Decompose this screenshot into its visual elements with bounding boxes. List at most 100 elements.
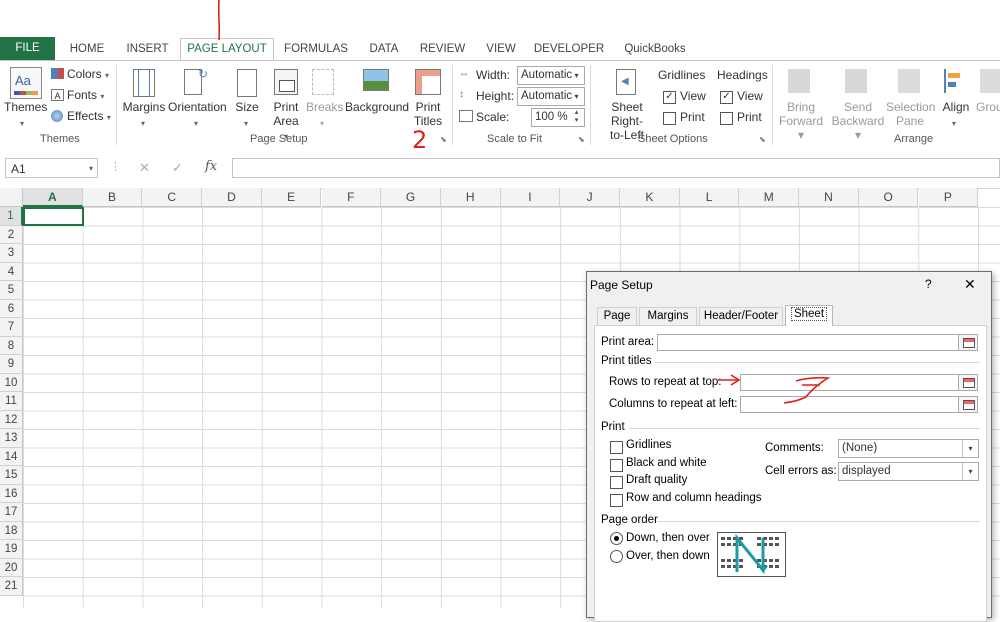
group-label-scale-to-fit: Scale to Fit (487, 133, 543, 145)
row-header[interactable]: 20 (0, 558, 23, 577)
column-header[interactable]: E (261, 188, 322, 207)
column-header[interactable]: L (679, 188, 740, 207)
column-header[interactable]: M (739, 188, 800, 207)
row-header[interactable]: 8 (0, 336, 23, 355)
spinner-arrows-icon[interactable]: ▴ ▾ (569, 109, 584, 126)
row-header[interactable]: 5 (0, 281, 23, 300)
gridlines-checkbox[interactable] (610, 441, 623, 454)
tab-developer[interactable]: DEVELOPER (532, 40, 606, 60)
row-header[interactable]: 15 (0, 466, 23, 485)
tab-quickbooks[interactable]: QuickBooks (618, 40, 692, 60)
width-dropdown[interactable]: Automatic ▾ (517, 66, 585, 85)
gridlines-view-checkbox[interactable]: ✓ (663, 91, 676, 104)
row-header[interactable]: 19 (0, 540, 23, 559)
name-box[interactable]: A1 ▾ (5, 158, 98, 178)
formula-input[interactable] (232, 158, 1000, 178)
effects-button[interactable]: Effects ▾ (67, 109, 111, 125)
cancel-icon[interactable]: ✕ (139, 160, 150, 176)
column-header[interactable]: P (918, 188, 979, 207)
insert-function-icon[interactable]: fx (205, 159, 217, 174)
dialog-tab-page[interactable]: Page (597, 307, 637, 325)
print-titles-icon (415, 69, 441, 95)
formula-bar: A1 ▾ ⋮ ✕ ✓ fx (0, 148, 1000, 189)
column-header[interactable]: D (202, 188, 262, 207)
collapse-dialog-icon[interactable] (958, 374, 978, 391)
row-header[interactable]: 21 (0, 577, 23, 596)
dialog-tab-header-footer[interactable]: Header/Footer (699, 307, 783, 325)
dialog-launcher-icon[interactable]: ⬊ (759, 135, 766, 144)
over-then-down-radio[interactable] (610, 550, 623, 563)
active-cell-a1[interactable] (23, 207, 84, 226)
tab-data[interactable]: DATA (362, 40, 406, 60)
down-then-over-radio[interactable] (610, 532, 623, 545)
colors-button[interactable]: Colors ▾ (67, 67, 109, 83)
dialog-tab-margins[interactable]: Margins (639, 307, 697, 325)
help-button[interactable]: ? (925, 277, 932, 291)
row-header[interactable]: 6 (0, 299, 23, 318)
tab-review[interactable]: REVIEW (415, 40, 470, 60)
row-header[interactable]: 7 (0, 318, 23, 337)
print-titles-button[interactable]: Print Titles (410, 100, 446, 128)
row-header[interactable]: 14 (0, 447, 23, 466)
row-column-headings-checkbox[interactable] (610, 494, 623, 507)
row-header[interactable]: 17 (0, 503, 23, 522)
column-header[interactable]: B (82, 188, 143, 207)
bring-forward-button: Bring Forward ▾ (778, 100, 823, 142)
row-header[interactable]: 13 (0, 429, 23, 448)
row-header[interactable]: 9 (0, 355, 23, 374)
enter-icon[interactable]: ✓ (172, 160, 183, 176)
black-and-white-checkbox[interactable] (610, 459, 623, 472)
orientation-button[interactable]: Orientation (168, 100, 227, 114)
column-header[interactable]: K (620, 188, 680, 207)
group-label-page-setup: Page Setup (250, 133, 308, 145)
align-button[interactable]: Align (940, 100, 972, 114)
scale-spinner[interactable]: 100 % ▴ ▾ (531, 108, 585, 127)
tab-view[interactable]: VIEW (481, 40, 521, 60)
row-header[interactable]: 18 (0, 521, 23, 540)
dialog-launcher-icon[interactable]: ⬊ (578, 135, 585, 144)
headings-print-checkbox[interactable] (720, 112, 733, 125)
row-header[interactable]: 4 (0, 262, 23, 281)
height-dropdown[interactable]: Automatic ▾ (517, 87, 585, 106)
column-header[interactable]: O (858, 188, 919, 207)
draft-quality-checkbox[interactable] (610, 476, 623, 489)
dialog-tab-sheet[interactable]: Sheet (785, 305, 833, 326)
tab-home[interactable]: HOME (62, 40, 112, 60)
background-button[interactable]: Background (345, 100, 409, 114)
gridlines-print-checkbox[interactable] (663, 112, 676, 125)
size-button[interactable]: Size (232, 100, 262, 114)
group-separator (590, 65, 591, 145)
column-header[interactable]: F (321, 188, 382, 207)
column-header[interactable]: J (560, 188, 620, 207)
tab-page-layout[interactable]: PAGE LAYOUT (180, 38, 274, 61)
row-header[interactable]: 3 (0, 244, 23, 263)
column-header[interactable]: H (440, 188, 501, 207)
tab-file[interactable]: FILE (0, 37, 55, 60)
column-header[interactable]: C (142, 188, 203, 207)
row-header[interactable]: 10 (0, 373, 23, 392)
margins-button[interactable]: Margins (122, 100, 166, 114)
column-header[interactable]: G (381, 188, 441, 207)
column-header[interactable]: I (500, 188, 561, 207)
tab-insert[interactable]: INSERT (120, 40, 175, 60)
column-header[interactable]: N (799, 188, 859, 207)
themes-button[interactable]: Themes (4, 100, 47, 114)
comments-dropdown[interactable]: (None) ▾ (838, 439, 979, 458)
close-icon[interactable]: ✕ (964, 276, 976, 293)
dialog-launcher-icon[interactable]: ⬊ (440, 135, 447, 144)
headings-view-checkbox[interactable]: ✓ (720, 91, 733, 104)
select-all-corner[interactable] (0, 188, 23, 207)
row-header[interactable]: 11 (0, 392, 23, 411)
collapse-dialog-icon[interactable] (958, 396, 978, 413)
cell-errors-dropdown[interactable]: displayed ▾ (838, 462, 979, 481)
send-backward-icon (845, 69, 867, 93)
fonts-button[interactable]: Fonts ▾ (67, 88, 104, 104)
row-header[interactable]: 12 (0, 410, 23, 429)
tab-formulas[interactable]: FORMULAS (280, 40, 352, 60)
row-header[interactable]: 1 (0, 207, 23, 226)
row-header[interactable]: 2 (0, 225, 23, 244)
print-area-input[interactable] (657, 334, 959, 351)
row-header[interactable]: 16 (0, 484, 23, 503)
column-header[interactable]: A (23, 188, 83, 207)
collapse-dialog-icon[interactable] (958, 334, 978, 351)
